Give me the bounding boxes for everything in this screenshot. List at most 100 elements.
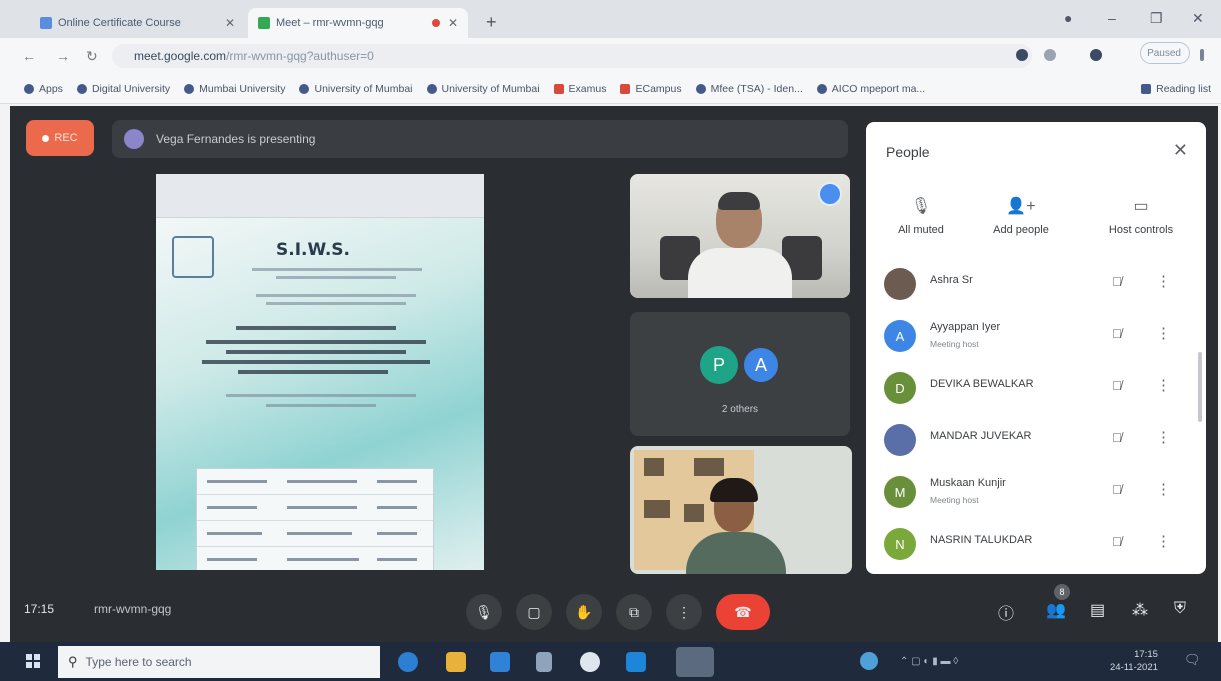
participant-video-tile[interactable] <box>630 446 852 574</box>
reload-icon[interactable]: ↻ <box>86 48 98 65</box>
back-icon[interactable]: ← <box>22 48 36 64</box>
meeting-details-icon[interactable]: ⓘ <box>998 600 1014 624</box>
mic-off-icon[interactable]: 🎙̸ <box>1112 326 1122 341</box>
bookmark-item[interactable]: Mumbai University <box>184 83 285 95</box>
tab-favicon-icon <box>40 17 52 29</box>
forward-icon[interactable]: → <box>56 48 70 64</box>
video-background <box>694 458 724 476</box>
more-options-icon[interactable]: ⋮ <box>1156 532 1171 550</box>
globe-icon <box>184 83 195 94</box>
reading-list-button[interactable]: Reading list <box>1141 83 1211 95</box>
video-background <box>644 500 670 518</box>
recording-indicator[interactable]: REC <box>26 120 94 156</box>
edge-icon[interactable] <box>398 652 418 672</box>
participant-row[interactable]: A Ayyappan Iyer Meeting host 🎙̸ ⋮ <box>884 312 1202 362</box>
raise-hand-button[interactable]: ✋ <box>566 594 602 630</box>
more-options-button[interactable]: ⋮ <box>666 594 702 630</box>
bookmark-item[interactable]: Digital University <box>76 83 170 95</box>
new-tab-button[interactable]: + <box>486 12 497 33</box>
more-options-icon: ⋮ <box>677 603 691 620</box>
menu-kebab-icon[interactable] <box>1200 49 1204 61</box>
meet-stage: REC Vega Fernandes is presenting S.I.W.S… <box>10 106 1218 642</box>
host-controls-button[interactable]: ▭ Host controls <box>1086 196 1196 236</box>
taskbar-search-input[interactable]: ⚲ Type here to search <box>58 646 380 678</box>
bookmark-item[interactable]: Mfee (TSA) - Iden... <box>695 83 803 95</box>
mail-icon[interactable] <box>626 652 646 672</box>
notifications-icon[interactable]: 🗨 <box>1184 652 1201 668</box>
bookmark-item[interactable]: AICO mpeport ma... <box>816 83 925 95</box>
participant-figure <box>718 192 760 210</box>
table-row <box>197 469 433 495</box>
participant-name: Ayyappan Iyer <box>930 321 1001 333</box>
bookmark-item[interactable]: Apps <box>24 83 63 95</box>
chrome-icon[interactable] <box>676 647 714 677</box>
participant-row[interactable]: MANDAR JUVEKAR 🎙̸ ⋮ <box>884 416 1202 466</box>
participant-row[interactable]: N NASRIN TALUKDAR 🎙̸ ⋮ <box>884 520 1202 570</box>
tab-meet[interactable]: Meet – rmr-wvmn-gqg ✕ <box>248 8 468 38</box>
weather-icon[interactable] <box>860 652 878 670</box>
file-explorer-icon[interactable] <box>446 652 466 672</box>
bookmark-star-icon[interactable] <box>1044 49 1056 61</box>
bookmark-item[interactable]: Examus <box>553 83 606 95</box>
present-button[interactable]: ⧉ <box>616 594 652 630</box>
account-icon[interactable]: ● <box>1064 10 1072 26</box>
globe-icon <box>299 83 310 94</box>
close-window-icon[interactable]: ✕ <box>1192 10 1204 27</box>
more-options-icon[interactable]: ⋮ <box>1156 376 1171 394</box>
participant-row[interactable]: Ashra Sr 🎙̸ ⋮ <box>884 260 1202 310</box>
mic-off-icon[interactable]: 🎙̸ <box>1112 430 1122 445</box>
participant-name: MANDAR JUVEKAR <box>930 430 1032 442</box>
maximize-icon[interactable]: ❐ <box>1150 10 1163 27</box>
participant-row[interactable]: M Muskaan Kunjir Meeting host 🎙̸ ⋮ <box>884 468 1202 518</box>
camera-indicator-icon[interactable] <box>1016 49 1028 61</box>
more-options-icon[interactable]: ⋮ <box>1156 480 1171 498</box>
mic-off-icon[interactable]: 🎙̸ <box>1112 378 1122 393</box>
people-icon[interactable]: 👥 <box>1046 600 1066 620</box>
action-label: All muted <box>898 224 944 236</box>
doc-heading-line <box>238 370 388 374</box>
taskbar-clock[interactable]: 17:15 24-11-2021 <box>1110 648 1158 674</box>
close-tab-icon[interactable]: ✕ <box>448 16 458 30</box>
store-icon[interactable] <box>490 652 510 672</box>
tray-icons[interactable]: ⌃ ▢ ◐ ▮ ▬ ◊ <box>900 656 958 667</box>
mic-off-icon[interactable]: 🎙̸ <box>1112 274 1122 289</box>
bookmark-item[interactable]: ECampus <box>620 83 682 95</box>
doc-text-line <box>276 276 396 279</box>
close-tab-icon[interactable]: ✕ <box>225 16 235 30</box>
mic-off-icon[interactable]: 🎙̸ <box>1112 534 1122 549</box>
extensions-icon[interactable] <box>1090 49 1102 61</box>
end-call-button[interactable]: ☎ <box>716 594 770 630</box>
mute-all-button[interactable]: 🎙 All muted <box>866 196 976 236</box>
record-dot-icon <box>42 134 50 142</box>
scrollbar[interactable] <box>1198 352 1202 422</box>
camera-button[interactable]: ▢ <box>516 594 552 630</box>
activities-icon[interactable]: ⁂ <box>1132 600 1148 620</box>
close-icon[interactable]: ✕ <box>1173 140 1188 161</box>
profile-button[interactable]: Paused <box>1140 42 1190 64</box>
minimize-icon[interactable]: – <box>1108 10 1116 26</box>
recording-dot-icon <box>431 19 440 27</box>
avatar: A <box>884 320 916 352</box>
participant-video-tile[interactable] <box>630 174 850 298</box>
others-tile[interactable]: P A 2 others <box>630 312 850 436</box>
participant-name: DEVIKA BEWALKAR <box>930 378 1034 390</box>
search-icon: ⚲ <box>68 654 78 669</box>
bookmark-item[interactable]: University of Mumbai <box>426 83 540 95</box>
app-icon[interactable] <box>580 652 600 672</box>
url-input[interactable]: meet.google.com/rmr-wvmn-gqg?authuser=0 <box>112 44 1032 68</box>
participant-row[interactable]: D DEVIKA BEWALKAR 🎙̸ ⋮ <box>884 364 1202 414</box>
certificate-document: S.I.W.S. <box>156 218 484 570</box>
chat-icon[interactable]: ▤ <box>1090 600 1105 620</box>
more-options-icon[interactable]: ⋮ <box>1156 428 1171 446</box>
dropbox-icon[interactable] <box>536 652 552 672</box>
more-options-icon[interactable]: ⋮ <box>1156 324 1171 342</box>
more-options-icon[interactable]: ⋮ <box>1156 272 1171 290</box>
host-controls-icon[interactable]: ⛨ <box>1174 600 1186 618</box>
people-panel: People ✕ 🎙 All muted 👤+ Add people ▭ Hos… <box>866 122 1206 574</box>
microphone-button[interactable]: 🎙 <box>466 594 502 630</box>
tab-certificate-course[interactable]: Online Certificate Course ✕ <box>30 8 245 38</box>
bookmark-item[interactable]: University of Mumbai <box>299 83 413 95</box>
add-people-button[interactable]: 👤+ Add people <box>966 196 1076 236</box>
windows-start-icon[interactable] <box>26 654 40 668</box>
mic-off-icon[interactable]: 🎙̸ <box>1112 482 1122 497</box>
